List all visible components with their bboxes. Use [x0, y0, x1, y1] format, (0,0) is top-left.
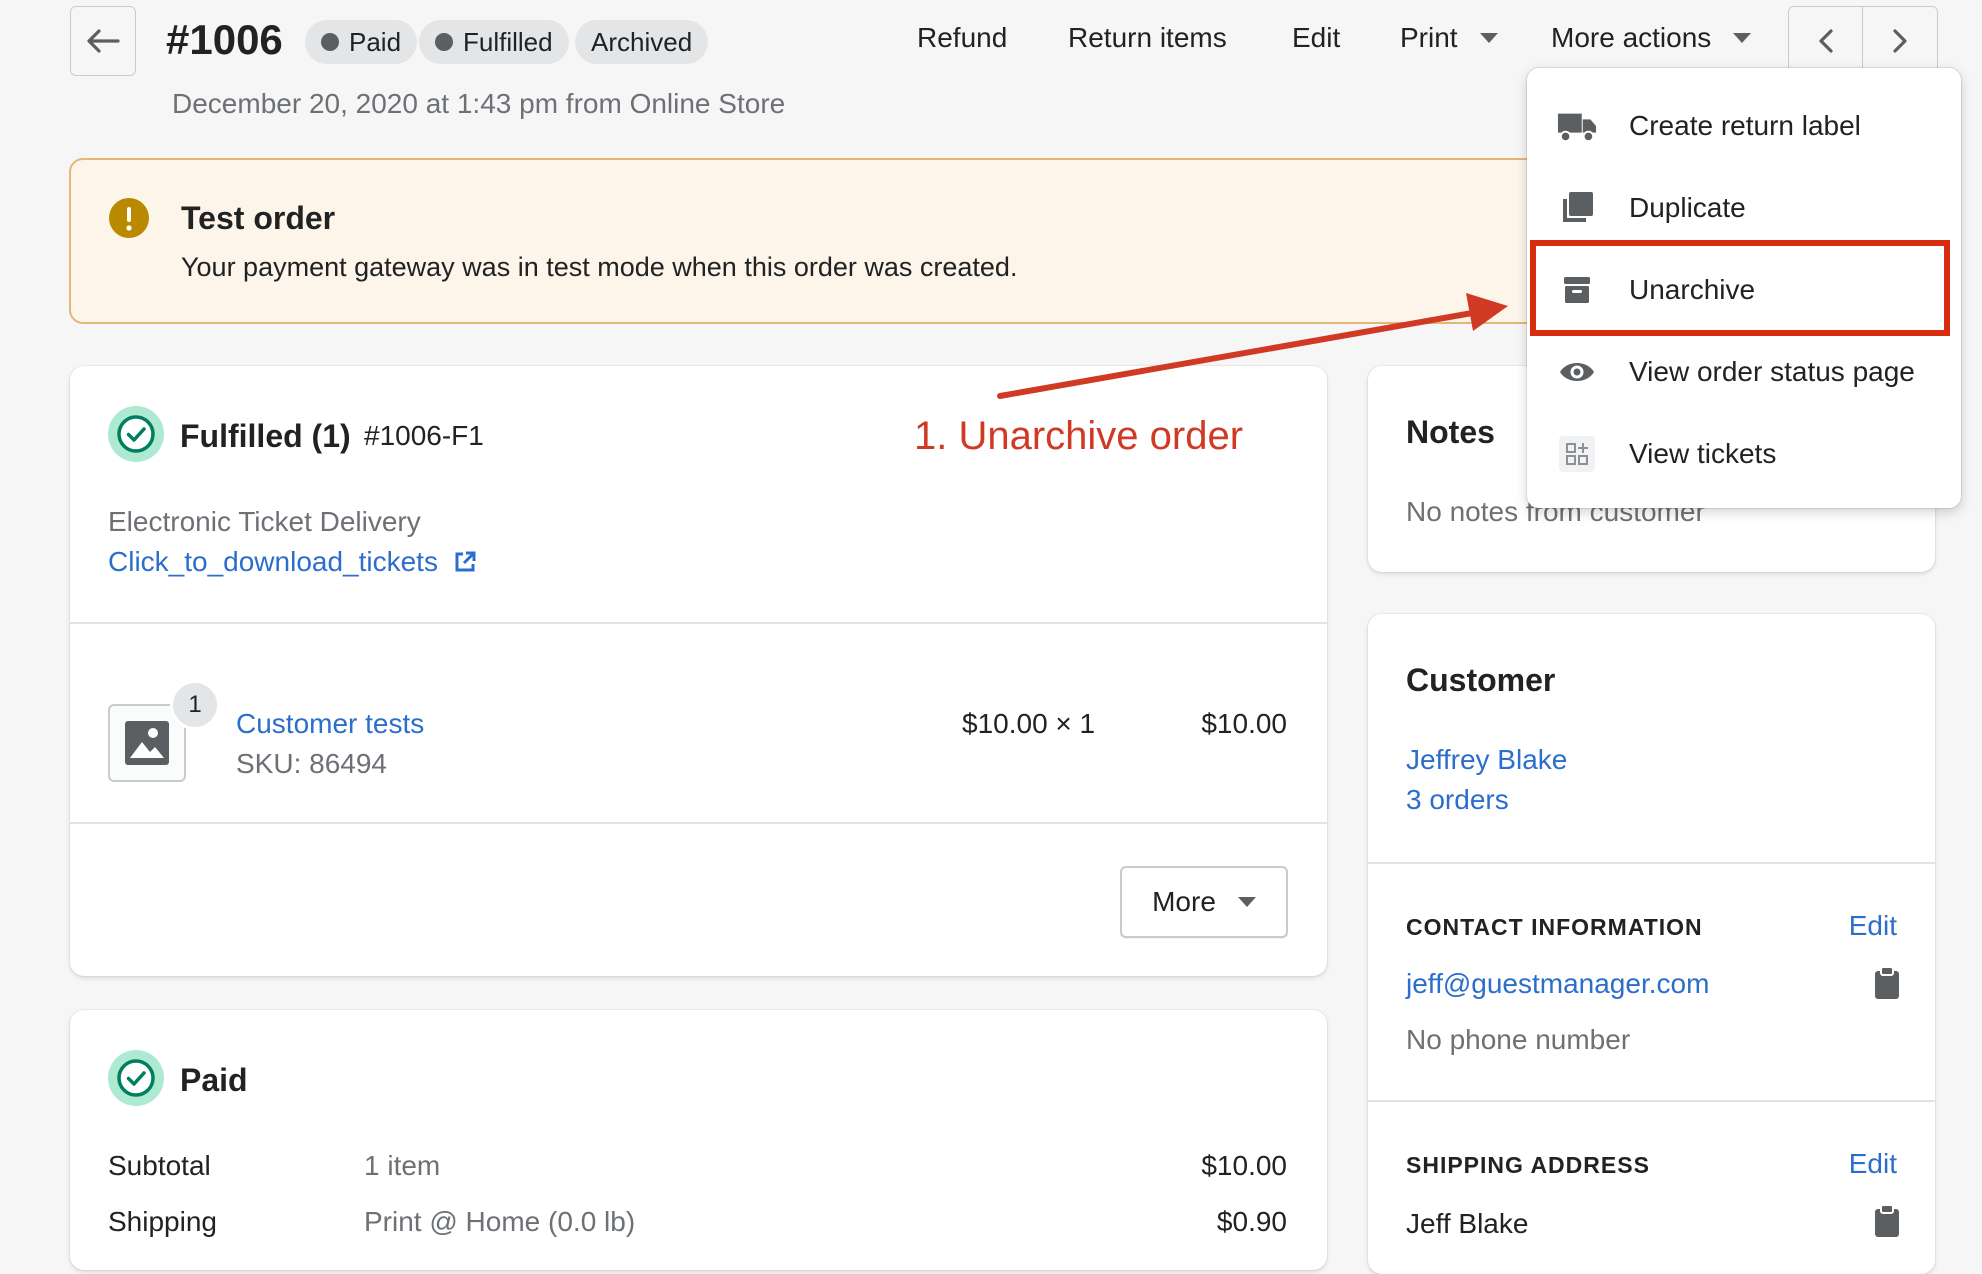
menu-item-create-return-label[interactable]: Create return label	[1527, 85, 1961, 167]
alert-circle-icon	[109, 198, 149, 238]
shipping-edit-link[interactable]: Edit	[1849, 1148, 1897, 1180]
print-button[interactable]: Print	[1400, 22, 1498, 54]
download-tickets-link[interactable]: Click_to_download_tickets	[108, 546, 476, 578]
order-subtitle: December 20, 2020 at 1:43 pm from Online…	[172, 88, 786, 119]
test-order-banner: Test order Your payment gateway was in t…	[69, 158, 1629, 324]
shipping-detail: Print @ Home (0.0 lb)	[364, 1206, 636, 1237]
shipping-heading: SHIPPING ADDRESS	[1406, 1152, 1650, 1178]
status-badge-archived: Archived	[575, 20, 709, 64]
caret-down-icon	[1733, 33, 1752, 43]
card-divider	[70, 822, 1327, 824]
copy-address-button[interactable]	[1874, 1204, 1904, 1240]
edit-order-button[interactable]: Edit	[1292, 22, 1340, 54]
fulfilled-title: Fulfilled (1)	[180, 418, 351, 454]
line-item-price-qty: $10.00 × 1	[962, 708, 1096, 739]
chevron-right-icon	[1893, 29, 1907, 53]
status-dot-icon	[321, 33, 339, 51]
fulfillment-id: #1006-F1	[364, 420, 484, 451]
status-badge-paid: Paid	[305, 20, 418, 64]
more-actions-button[interactable]: More actions	[1551, 22, 1752, 54]
more-button[interactable]: More	[1120, 866, 1288, 938]
caret-down-icon	[1237, 897, 1256, 907]
customer-title: Customer	[1406, 662, 1556, 698]
product-name-link[interactable]: Customer tests	[236, 708, 424, 740]
subtotal-amount: $10.00	[1201, 1150, 1287, 1181]
contact-edit-link[interactable]: Edit	[1849, 910, 1897, 942]
paid-title: Paid	[180, 1062, 248, 1098]
card-divider	[1368, 862, 1935, 864]
unarchive-highlight-box	[1530, 240, 1950, 336]
copy-email-button[interactable]	[1874, 966, 1904, 1002]
truck-icon	[1557, 106, 1597, 146]
quantity-badge: 1	[170, 680, 220, 730]
status-badge-fulfilled: Fulfilled	[419, 20, 569, 64]
check-circle-icon	[117, 415, 155, 453]
paid-card: Paid Subtotal 1 item $10.00 Shipping Pri…	[70, 1010, 1327, 1270]
line-item-total: $10.00	[1201, 708, 1287, 739]
menu-item-view-tickets[interactable]: View tickets	[1527, 413, 1961, 495]
caret-down-icon	[1479, 33, 1498, 43]
clipboard-icon	[1875, 1204, 1899, 1237]
card-divider	[1368, 1100, 1935, 1102]
notes-title: Notes	[1406, 414, 1495, 450]
app-grid-icon	[1557, 434, 1597, 474]
customer-email-link[interactable]: jeff@guestmanager.com	[1406, 968, 1709, 1000]
shipping-amount: $0.90	[1216, 1206, 1287, 1237]
shipping-name: Jeff Blake	[1406, 1208, 1529, 1239]
clipboard-icon	[1875, 966, 1899, 999]
status-dot-icon	[435, 33, 453, 51]
shipping-label: Shipping	[108, 1206, 217, 1237]
page-title: #1006	[166, 16, 283, 63]
refund-button[interactable]: Refund	[917, 22, 1007, 54]
back-button[interactable]	[70, 6, 136, 76]
external-link-icon	[455, 551, 476, 572]
fulfilled-status-icon	[108, 406, 164, 462]
banner-message: Your payment gateway was in test mode wh…	[181, 252, 1018, 282]
customer-name-link[interactable]: Jeffrey Blake	[1406, 744, 1567, 776]
chevron-left-icon	[1819, 29, 1833, 53]
paid-status-icon	[108, 1050, 164, 1106]
annotation-label: 1. Unarchive order	[914, 414, 1244, 458]
return-items-button[interactable]: Return items	[1068, 22, 1227, 54]
customer-card: Customer Jeffrey Blake 3 orders CONTACT …	[1368, 614, 1935, 1274]
subtotal-detail: 1 item	[364, 1150, 441, 1181]
next-order-button[interactable]	[1862, 6, 1938, 76]
check-circle-icon	[117, 1059, 155, 1097]
menu-item-view-order-status-page[interactable]: View order status page	[1527, 331, 1961, 413]
customer-phone: No phone number	[1406, 1024, 1631, 1055]
image-placeholder-icon	[125, 721, 169, 765]
banner-title: Test order	[181, 200, 336, 236]
eye-icon	[1557, 352, 1597, 392]
product-sku: SKU: 86494	[236, 748, 387, 779]
arrow-left-icon	[87, 29, 120, 53]
contact-heading: CONTACT INFORMATION	[1406, 914, 1703, 940]
delivery-method: Electronic Ticket Delivery	[108, 506, 421, 537]
card-divider	[70, 622, 1327, 624]
subtotal-label: Subtotal	[108, 1150, 211, 1181]
menu-item-duplicate[interactable]: Duplicate	[1527, 167, 1961, 249]
previous-order-button[interactable]	[1788, 6, 1864, 76]
customer-orders-link[interactable]: 3 orders	[1406, 784, 1509, 816]
duplicate-icon	[1557, 188, 1597, 228]
